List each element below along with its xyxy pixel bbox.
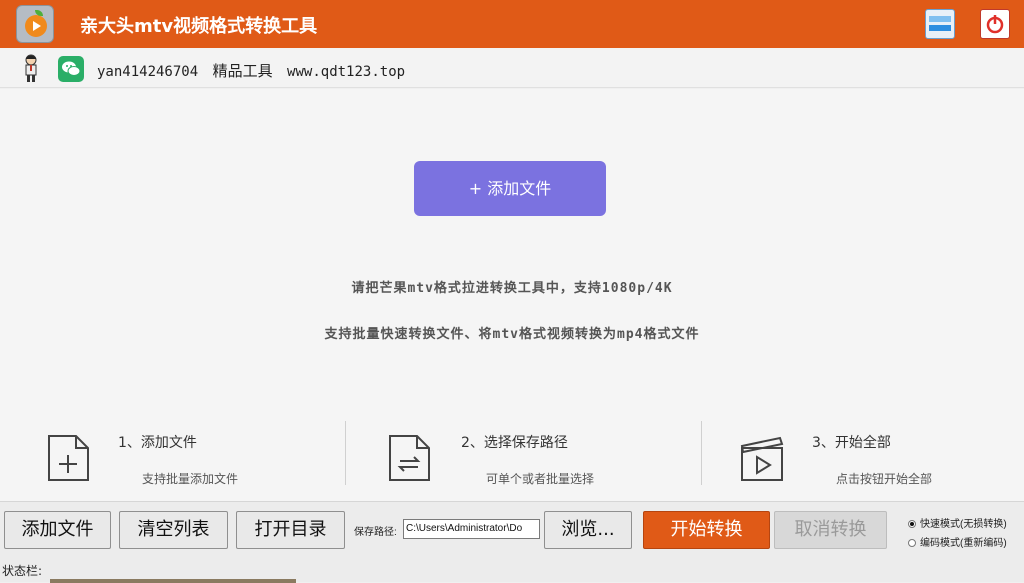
hint-line-2: 支持批量快速转换文件、将mtv格式视频转换为mp4格式文件 <box>324 327 700 342</box>
step-1-subtitle: 支持批量添加文件 <box>142 472 239 486</box>
add-file-button[interactable]: 添加文件 <box>4 511 111 549</box>
step-1-title: 1、添加文件 <box>118 435 197 451</box>
title-bar: 亲大头mtv视频格式转换工具 <box>0 0 1024 48</box>
step-divider <box>345 421 346 485</box>
step-3-subtitle: 点击按钮开始全部 <box>836 472 933 486</box>
play-icon <box>33 21 41 31</box>
clear-list-button[interactable]: 清空列表 <box>119 511 228 549</box>
radio-selected-icon <box>908 520 916 528</box>
window-title: 亲大头mtv视频格式转换工具 <box>80 16 318 37</box>
mode-encode-label: 编码模式(重新编码) <box>920 538 1007 549</box>
bottom-toolbar: 添加文件 清空列表 打开目录 保存路径: C:\Users\Administra… <box>0 501 1024 583</box>
hint-line-1: 请把芒果mtv格式拉进转换工具中，支持1080p/4K <box>351 281 673 296</box>
start-convert-button[interactable]: 开始转换 <box>643 511 770 549</box>
radio-unselected-icon <box>908 539 916 547</box>
mode-fast-label: 快速模式(无损转换) <box>920 519 1007 530</box>
add-file-main-button[interactable]: + 添加文件 <box>414 161 606 216</box>
step-divider <box>701 421 702 485</box>
minimize-icon-bar-bottom <box>929 25 951 31</box>
info-bar: yan414246704 精品工具 www.qdt123.top <box>0 48 1024 88</box>
save-path-label: 保存路径: <box>354 527 397 538</box>
step-2-subtitle: 可单个或者批量选择 <box>486 472 595 486</box>
website-link[interactable]: www.qdt123.top <box>287 64 405 80</box>
clapper-play-icon <box>740 436 784 481</box>
add-file-icon <box>48 435 89 481</box>
step-2-title: 2、选择保存路径 <box>461 435 568 451</box>
tagline: 精品工具 <box>212 62 273 80</box>
status-strip <box>50 579 296 583</box>
cancel-convert-button[interactable]: 取消转换 <box>774 511 887 549</box>
close-button[interactable] <box>980 9 1010 39</box>
contact-info: yan414246704 精品工具 www.qdt123.top <box>97 60 405 81</box>
open-directory-button[interactable]: 打开目录 <box>236 511 345 549</box>
mode-fast-radio[interactable]: 快速模式(无损转换) <box>908 515 1007 530</box>
wechat-icon <box>58 56 84 82</box>
status-bar-label: 状态栏: <box>2 564 43 578</box>
save-path-input[interactable]: C:\Users\Administrator\Do <box>403 519 540 539</box>
account-id: yan414246704 <box>97 64 199 80</box>
power-close-icon <box>986 15 1004 34</box>
minimize-button[interactable] <box>925 9 955 39</box>
person-avatar-icon <box>25 54 37 82</box>
step-3-title: 3、开始全部 <box>812 435 891 451</box>
app-logo-icon <box>16 5 54 43</box>
browse-button[interactable]: 浏览... <box>544 511 632 549</box>
drop-area[interactable]: + 添加文件 请把芒果mtv格式拉进转换工具中，支持1080p/4K 支持批量快… <box>0 89 1024 501</box>
minimize-icon-bar-top <box>929 16 951 22</box>
mode-encode-radio[interactable]: 编码模式(重新编码) <box>908 534 1007 549</box>
convert-file-icon <box>389 435 430 481</box>
